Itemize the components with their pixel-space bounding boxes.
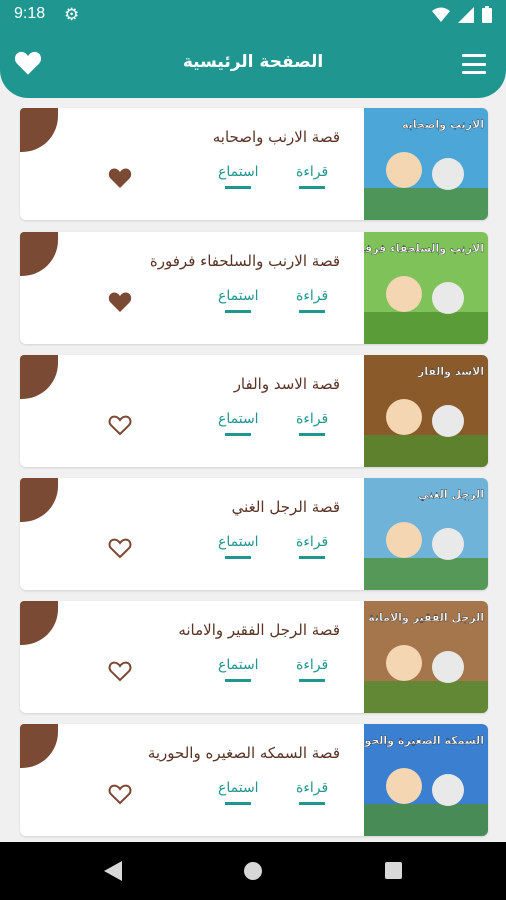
story-card[interactable]: قصة الارنب والسلحفاء فرفورة قراءة استماع… — [20, 232, 488, 344]
decorative-leaf — [20, 724, 58, 768]
listen-label: استماع — [218, 288, 259, 304]
favorite-heart-icon[interactable] — [108, 782, 132, 806]
read-label: قراءة — [296, 288, 329, 304]
read-label: قراءة — [296, 164, 329, 180]
listen-button[interactable]: استماع — [218, 780, 259, 805]
story-card[interactable]: قصة الرجل الفقير والامانه قراءة استماع ا… — [20, 601, 488, 713]
navigation-bar — [0, 842, 506, 900]
favorite-heart-icon[interactable] — [108, 166, 132, 190]
read-label: قراءة — [296, 657, 329, 673]
cell-signal-icon — [458, 6, 474, 23]
read-label: قراءة — [296, 780, 329, 796]
wifi-icon — [432, 7, 450, 22]
decorative-leaf — [20, 478, 58, 522]
decorative-leaf — [20, 601, 58, 645]
listen-label: استماع — [218, 534, 259, 550]
listen-label: استماع — [218, 411, 259, 427]
story-thumbnail[interactable]: السمكة الصغيرة والحورية — [364, 724, 488, 836]
thumbnail-caption: الارنب والسلحفاء فرفورة — [364, 242, 484, 255]
favorite-heart-icon[interactable] — [108, 536, 132, 560]
read-button[interactable]: قراءة — [296, 780, 328, 805]
story-card[interactable]: قصة الاسد والفار قراءة استماع الاسد والف… — [20, 355, 488, 467]
decorative-leaf — [20, 108, 58, 152]
read-button[interactable]: قراءة — [296, 657, 328, 682]
read-button[interactable]: قراءة — [296, 164, 328, 189]
page-title: الصفحة الرئيسية — [182, 52, 324, 72]
listen-button[interactable]: استماع — [218, 534, 259, 559]
story-thumbnail[interactable]: الرجل الفقير والامانة — [364, 601, 488, 713]
favorite-heart-icon[interactable] — [108, 659, 132, 683]
story-title: قصة الرجل الغني — [231, 498, 340, 516]
decorative-leaf — [20, 232, 58, 276]
listen-label: استماع — [218, 164, 259, 180]
favorite-heart-icon[interactable] — [108, 290, 132, 314]
story-title: قصة الاسد والفار — [233, 375, 340, 393]
status-icons — [432, 6, 492, 23]
listen-button[interactable]: استماع — [218, 288, 259, 313]
story-title: قصة السمكه الصغيره والحورية — [147, 744, 340, 762]
settings-gear-icon: ⚙ — [64, 5, 80, 25]
thumbnail-caption: الرجل الغني — [418, 488, 484, 501]
home-icon[interactable] — [244, 862, 262, 880]
read-label: قراءة — [296, 411, 329, 427]
thumbnail-caption: الارنب واصحابه — [402, 118, 484, 131]
favorite-heart-icon[interactable] — [108, 413, 132, 437]
story-title: قصة الرجل الفقير والامانه — [178, 621, 340, 639]
status-bar: 9:18 ⚙ — [0, 0, 506, 30]
read-button[interactable]: قراءة — [296, 534, 328, 559]
back-icon[interactable] — [104, 861, 122, 881]
story-thumbnail[interactable]: الارنب والسلحفاء فرفورة — [364, 232, 488, 344]
app-bar: الصفحة الرئيسية — [0, 30, 506, 98]
decorative-leaf — [20, 355, 58, 399]
thumbnail-caption: الاسد والفار — [417, 365, 484, 378]
story-card[interactable]: قصة الارنب واصحابه قراءة استماع الارنب و… — [20, 108, 488, 220]
thumbnail-caption: السمكة الصغيرة والحورية — [364, 734, 484, 747]
listen-button[interactable]: استماع — [218, 164, 259, 189]
status-time: 9:18 — [14, 5, 46, 22]
story-thumbnail[interactable]: الارنب واصحابه — [364, 108, 488, 220]
read-button[interactable]: قراءة — [296, 411, 328, 436]
listen-label: استماع — [218, 657, 259, 673]
recent-apps-icon[interactable] — [385, 862, 402, 879]
read-button[interactable]: قراءة — [296, 288, 328, 313]
thumbnail-caption: الرجل الفقير والامانة — [368, 611, 484, 624]
read-label: قراءة — [296, 534, 329, 550]
story-title: قصة الارنب واصحابه — [212, 128, 340, 146]
story-card[interactable]: قصة السمكه الصغيره والحورية قراءة استماع… — [20, 724, 488, 836]
battery-icon — [482, 6, 492, 23]
story-thumbnail[interactable]: الرجل الغني — [364, 478, 488, 590]
listen-button[interactable]: استماع — [218, 411, 259, 436]
listen-button[interactable]: استماع — [218, 657, 259, 682]
listen-label: استماع — [218, 780, 259, 796]
story-card[interactable]: قصة الرجل الغني قراءة استماع الرجل الغني — [20, 478, 488, 590]
menu-hamburger-icon[interactable] — [462, 54, 486, 74]
story-thumbnail[interactable]: الاسد والفار — [364, 355, 488, 467]
story-title: قصة الارنب والسلحفاء فرفورة — [149, 252, 340, 270]
